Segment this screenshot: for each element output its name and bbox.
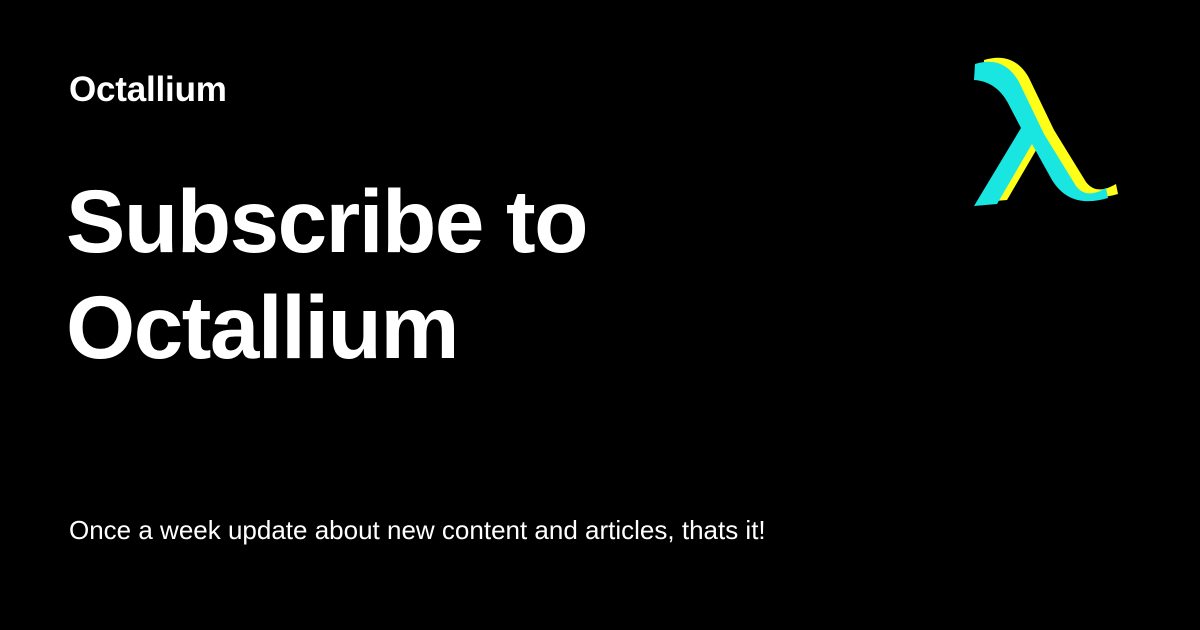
headline-line-1: Subscribe to [66,171,589,271]
site-name: Octallium [69,70,227,109]
social-share-card: Octallium Subscribe to Octallium Once a … [0,0,1200,630]
headline-line-2: Octallium [66,277,460,377]
headline: Subscribe to Octallium [66,168,826,380]
lambda-logo-icon [974,57,1118,206]
tagline: Once a week update about new content and… [69,515,766,545]
